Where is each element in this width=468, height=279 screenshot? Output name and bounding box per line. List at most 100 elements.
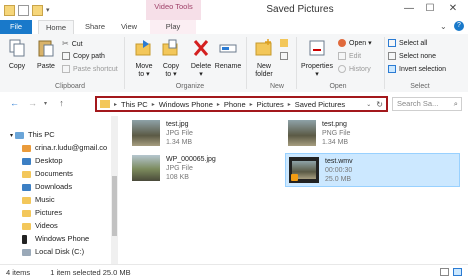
- tab-play[interactable]: Play: [150, 20, 196, 34]
- properties-button[interactable]: Properties ▾: [300, 38, 334, 79]
- copy-path-button[interactable]: Copy path: [62, 52, 105, 62]
- breadcrumb-pictures[interactable]: Pictures: [257, 100, 284, 109]
- easy-access-icon: [280, 52, 288, 61]
- videos-icon: [22, 222, 31, 230]
- breadcrumb-separator-icon: ▸: [249, 101, 253, 108]
- nav-pane-scrollbar[interactable]: [111, 116, 118, 264]
- refresh-icon[interactable]: ↻: [376, 100, 383, 109]
- status-bar: 4 items 1 item selected 25.0 MB: [0, 264, 468, 279]
- breadcrumb-this-pc[interactable]: This PC: [121, 100, 148, 109]
- nav-item-pictures[interactable]: Pictures: [22, 207, 62, 218]
- edit-icon: [338, 52, 346, 61]
- maximize-button[interactable]: ☐: [421, 2, 439, 16]
- nav-item-this-pc[interactable]: ▾ This PC: [10, 129, 55, 140]
- open-icon: [338, 39, 346, 48]
- nav-item-downloads[interactable]: Downloads: [22, 181, 72, 192]
- navigation-pane: ▾ This PC crina.r.ludu@gmail.co Desktop D…: [0, 116, 118, 264]
- breadcrumb-phone[interactable]: Phone: [224, 100, 246, 109]
- tab-view[interactable]: View: [114, 20, 144, 34]
- new-item-icon: [280, 39, 288, 48]
- select-all-button[interactable]: Select all: [388, 39, 427, 49]
- edit-button[interactable]: Edit: [338, 52, 361, 62]
- video-tools-context-tab: Video Tools: [146, 0, 201, 20]
- copy-path-icon: [62, 52, 70, 61]
- history-icon: [338, 65, 346, 74]
- folder-icon: [100, 100, 110, 108]
- address-dropdown-icon[interactable]: ⌄: [366, 101, 371, 108]
- file-size: 1.34 MB: [322, 139, 349, 146]
- details-view-icon[interactable]: [440, 268, 449, 276]
- address-bar[interactable]: ▸ This PC ▸ Windows Phone ▸ Phone ▸ Pict…: [95, 96, 388, 112]
- breadcrumb-saved-pictures[interactable]: Saved Pictures: [295, 100, 345, 109]
- copy-button[interactable]: Copy: [6, 38, 28, 71]
- ribbon-expand-icon[interactable]: ⌄: [440, 22, 447, 31]
- cut-button[interactable]: ✂ Cut: [62, 39, 83, 49]
- move-to-button[interactable]: Move to ▾: [131, 38, 157, 79]
- easy-access-button[interactable]: [280, 52, 291, 62]
- history-button[interactable]: History: [338, 65, 371, 75]
- rename-icon: [219, 44, 237, 53]
- delete-button[interactable]: Delete ▾: [188, 38, 214, 79]
- copy-to-button[interactable]: Copy to ▾: [158, 38, 184, 79]
- close-button[interactable]: ✕: [444, 2, 462, 16]
- file-name: test.png: [322, 121, 347, 128]
- nav-item-music[interactable]: Music: [22, 194, 55, 205]
- nav-item-local-disk[interactable]: Local Disk (C:): [22, 246, 84, 257]
- search-icon: ⌕: [453, 99, 458, 108]
- downloads-icon: [22, 183, 31, 191]
- breadcrumb-separator-icon: ▸: [287, 101, 291, 108]
- properties-icon[interactable]: [18, 4, 29, 16]
- search-input[interactable]: Search Sa... ⌕: [392, 97, 462, 111]
- back-button[interactable]: ←: [8, 97, 21, 110]
- file-item-test-jpg[interactable]: test.jpg JPG File 1.34 MB: [132, 118, 282, 150]
- select-group-label: Select: [410, 83, 430, 90]
- breadcrumb-windows-phone[interactable]: Windows Phone: [159, 100, 213, 109]
- select-none-button[interactable]: Select none: [388, 52, 436, 62]
- tab-home[interactable]: Home: [38, 20, 74, 34]
- nav-item-onedrive[interactable]: crina.r.ludu@gmail.co: [22, 142, 107, 153]
- paste-icon: [38, 40, 54, 57]
- paste-button[interactable]: Paste: [34, 38, 58, 71]
- file-name: WP_000065.jpg: [166, 156, 216, 163]
- breadcrumb-separator-icon: ▸: [151, 101, 155, 108]
- item-count: 4 items: [6, 267, 31, 277]
- ribbon: Copy Paste ✂ Cut Copy path Paste shortcut…: [0, 34, 468, 93]
- nav-item-desktop[interactable]: Desktop: [22, 155, 63, 166]
- invert-selection-button[interactable]: Invert selection: [388, 65, 446, 75]
- customize-qat-icon[interactable]: ▾: [46, 6, 50, 14]
- file-item-test-png[interactable]: test.png PNG File 1.34 MB: [288, 118, 438, 150]
- new-item-button[interactable]: [280, 39, 291, 49]
- large-icons-view-icon[interactable]: [453, 268, 462, 276]
- tab-share[interactable]: Share: [78, 20, 112, 34]
- scissors-icon: ✂: [62, 39, 69, 48]
- help-icon[interactable]: ?: [454, 21, 464, 31]
- window-title: Saved Pictures: [266, 4, 334, 15]
- ribbon-tabs: File Home Share View Play ⌄ ?: [0, 20, 468, 35]
- breadcrumb-separator-icon: ▸: [114, 101, 118, 108]
- nav-item-windows-phone[interactable]: Windows Phone: [22, 233, 89, 244]
- file-size: 108 KB: [166, 174, 189, 181]
- scrollbar-thumb[interactable]: [112, 176, 117, 236]
- music-icon: [22, 196, 31, 204]
- nav-item-videos[interactable]: Videos: [22, 220, 58, 231]
- new-folder-icon[interactable]: [32, 4, 43, 16]
- desktop-icon: [22, 157, 31, 165]
- folder-icon[interactable]: [4, 4, 15, 16]
- file-item-wp-000065[interactable]: WP_000065.jpg JPG File 108 KB: [132, 153, 282, 185]
- copy-to-icon: [162, 39, 178, 56]
- recent-locations-icon[interactable]: ▾: [44, 100, 47, 107]
- forward-button[interactable]: →: [26, 97, 39, 110]
- minimize-button[interactable]: —: [400, 2, 418, 16]
- paste-shortcut-icon: [62, 65, 70, 74]
- file-item-test-wmv[interactable]: test.wmv 00:00:30 25.0 MB: [285, 153, 460, 187]
- computer-icon: [15, 131, 25, 139]
- tab-file[interactable]: File: [0, 20, 32, 34]
- copy-icon: [9, 39, 25, 57]
- open-button[interactable]: Open ▾: [338, 39, 372, 49]
- rename-button[interactable]: Rename: [214, 38, 242, 71]
- up-button[interactable]: ↑: [55, 97, 68, 110]
- paste-shortcut-button[interactable]: Paste shortcut: [62, 65, 118, 75]
- new-folder-button[interactable]: New folder: [250, 38, 278, 79]
- file-duration: 00:00:30: [325, 167, 353, 174]
- nav-item-documents[interactable]: Documents: [22, 168, 73, 179]
